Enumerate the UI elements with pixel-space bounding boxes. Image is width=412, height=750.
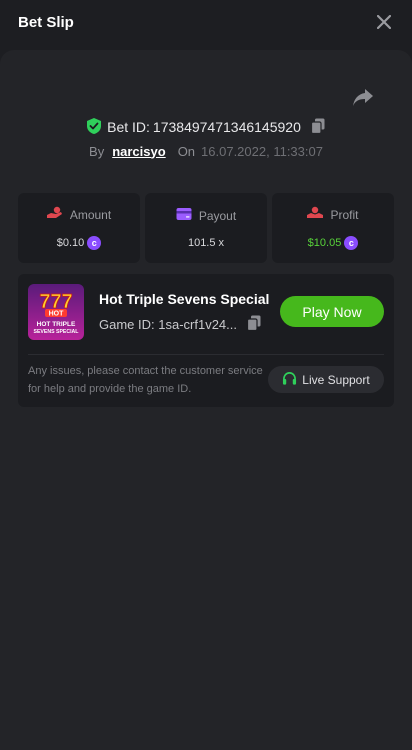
page-title: Bet Slip [18,13,74,31]
thumb-badge: HOT [49,311,65,318]
game-id-row: Game ID: 1sa-crf1v24... [99,315,261,334]
support-text: Any issues, please contact the customer … [28,365,263,395]
close-icon[interactable] [374,12,394,32]
header: Bet Slip [0,0,412,44]
coin-icon: c [87,236,102,250]
amount-hand-icon [46,206,63,223]
game-card: 777 HOT HOT TRIPLE SEVENS SPECIAL Hot Tr… [18,274,394,407]
by-label: By [89,143,105,159]
copy-game-id-icon[interactable] [246,315,261,334]
bet-author-row: By narcisyo On 16.07.2022, 11:33:07 [0,141,412,161]
profit-hand-icon [307,206,324,223]
bet-id-row: Bet ID: 1738497471346145920 [0,116,412,138]
thumb-line1: HOT TRIPLE [37,321,76,328]
live-support-label: Live Support [302,372,370,387]
shield-check-icon [87,117,102,137]
stat-profit: Profit $10.05 c [272,193,394,263]
stat-payout-value: 101.5 x [187,237,225,249]
bet-slip-panel: Bet ID: 1738497471346145920 By narcisyo … [0,50,412,750]
username-link[interactable]: narcisyo [112,144,165,159]
share-icon[interactable] [352,87,374,107]
bet-stats: Amount $0.10 c Payout 101.5 x Profit $10… [18,193,394,263]
stat-amount-value: $0.10 [56,237,85,249]
divider [28,354,384,355]
stat-payout: Payout 101.5 x [145,193,267,263]
thumb-line2: SEVENS SPECIAL [34,329,80,335]
stat-payout-label: Payout [198,208,237,223]
copy-icon[interactable] [307,118,325,137]
payout-card-icon [176,207,192,224]
bet-id-value: 1738497471346145920 [152,119,301,135]
coin-icon: c [344,236,359,250]
play-now-button[interactable]: Play Now [280,296,384,327]
bet-datetime: 16.07.2022, 11:33:07 [201,143,323,159]
stat-amount: Amount $0.10 c [18,193,140,263]
game-title: Hot Triple Sevens Special [99,291,270,307]
on-label: On [177,143,196,159]
live-support-button[interactable]: Live Support [268,366,384,393]
stat-profit-value: $10.05 [307,237,342,249]
headset-icon [282,371,297,389]
stat-profit-label: Profit [330,207,359,222]
bet-id-label: Bet ID: [107,119,150,135]
game-thumbnail[interactable]: 777 HOT HOT TRIPLE SEVENS SPECIAL [28,284,84,340]
game-id-text: Game ID: 1sa-crf1v24... [99,317,237,332]
stat-amount-label: Amount [69,207,112,222]
